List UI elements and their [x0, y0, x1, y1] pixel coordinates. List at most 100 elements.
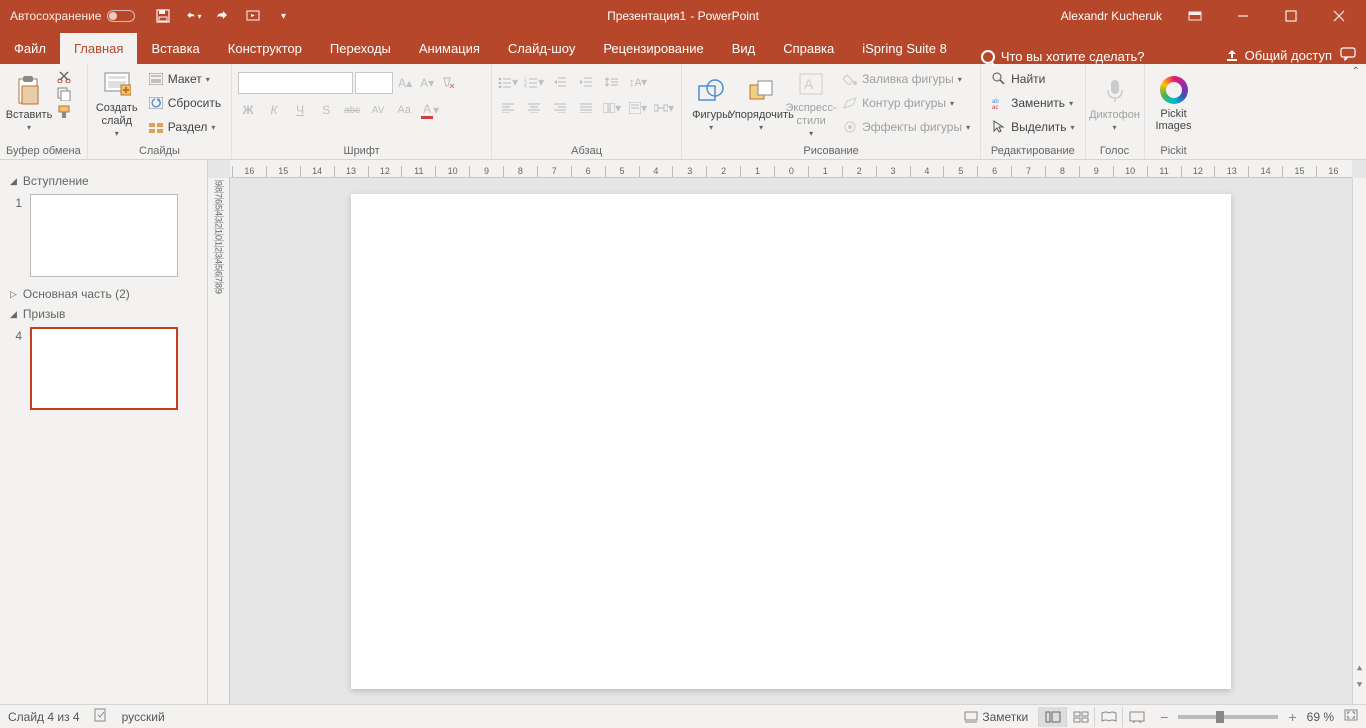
tab-transitions[interactable]: Переходы [316, 33, 405, 64]
character-spacing-icon[interactable]: AV [368, 100, 388, 120]
reading-view-icon[interactable] [1094, 707, 1122, 727]
ribbon-display-icon[interactable] [1180, 6, 1210, 26]
smartart-icon[interactable]: ▾ [654, 98, 674, 118]
replace-button[interactable]: abacЗаменить▾ [987, 92, 1078, 114]
tab-file[interactable]: Файл [0, 33, 60, 64]
horizontal-ruler[interactable]: 1615141312111098765432101234567891011121… [230, 160, 1352, 178]
save-icon[interactable] [155, 8, 171, 24]
language-indicator[interactable]: русский [122, 710, 165, 724]
font-color-icon[interactable]: A▾ [420, 100, 440, 120]
paste-button[interactable]: Вставить ▾ [6, 68, 52, 138]
undo-icon[interactable]: ▾ [185, 8, 201, 24]
collapse-ribbon-icon[interactable]: ⌃ [1352, 66, 1360, 77]
font-family-input[interactable] [238, 72, 353, 94]
line-spacing-icon[interactable] [602, 72, 622, 92]
tab-review[interactable]: Рецензирование [589, 33, 717, 64]
vertical-ruler[interactable]: 9876543210123456789 [208, 178, 230, 704]
normal-view-icon[interactable] [1038, 707, 1066, 727]
zoom-out-icon[interactable]: − [1160, 709, 1168, 725]
shadow-button[interactable]: S [316, 100, 336, 120]
tab-view[interactable]: Вид [718, 33, 770, 64]
align-text-icon[interactable]: ▾ [628, 98, 648, 118]
text-direction-icon[interactable]: ↕A▾ [628, 72, 648, 92]
tab-help[interactable]: Справка [769, 33, 848, 64]
cut-icon[interactable] [56, 68, 72, 84]
minimize-icon[interactable] [1228, 6, 1258, 26]
tab-home[interactable]: Главная [60, 33, 137, 64]
maximize-icon[interactable] [1276, 6, 1306, 26]
clear-formatting-icon[interactable] [439, 73, 459, 93]
slide-thumbnail[interactable] [30, 194, 178, 277]
shape-fill-button[interactable]: Заливка фигуры▾ [838, 68, 974, 90]
tab-insert[interactable]: Вставка [137, 33, 213, 64]
slide-canvas[interactable] [351, 194, 1231, 689]
section-main[interactable]: ▷Основная часть (2) [10, 287, 197, 301]
autosave-toggle[interactable]: Автосохранение [10, 9, 135, 23]
copy-icon[interactable] [56, 86, 72, 102]
zoom-slider[interactable] [1178, 715, 1278, 719]
align-left-icon[interactable] [498, 98, 518, 118]
zoom-in-icon[interactable]: + [1288, 709, 1296, 725]
slideshow-view-icon[interactable] [1122, 707, 1150, 727]
font-size-input[interactable] [355, 72, 393, 94]
close-icon[interactable] [1324, 6, 1354, 26]
numbering-icon[interactable]: 123▾ [524, 72, 544, 92]
bullets-icon[interactable]: ▾ [498, 72, 518, 92]
align-right-icon[interactable] [550, 98, 570, 118]
sorter-view-icon[interactable] [1066, 707, 1094, 727]
section-button[interactable]: Раздел▾ [144, 116, 225, 138]
change-case-icon[interactable]: Aa [394, 100, 414, 120]
next-slide-icon[interactable]: ⯆ [1355, 678, 1364, 692]
italic-button[interactable]: К [264, 100, 284, 120]
prev-slide-icon[interactable]: ⯅ [1355, 662, 1364, 676]
tab-animations[interactable]: Анимация [405, 33, 494, 64]
tab-ispring[interactable]: iSpring Suite 8 [848, 33, 961, 64]
reset-button[interactable]: Сбросить [144, 92, 225, 114]
new-slide-button[interactable]: Создать слайд ▾ [94, 68, 140, 138]
format-painter-icon[interactable] [56, 104, 72, 120]
vertical-scrollbar[interactable]: ⯅ ⯆ [1352, 178, 1366, 704]
increase-font-icon[interactable]: A▴ [395, 73, 415, 93]
slide-thumb-4[interactable]: 4 [10, 327, 197, 410]
tab-slideshow[interactable]: Слайд-шоу [494, 33, 589, 64]
slide-thumbnail-active[interactable] [30, 327, 178, 410]
redo-icon[interactable] [215, 8, 231, 24]
spellcheck-icon[interactable] [94, 708, 108, 725]
tab-design[interactable]: Конструктор [214, 33, 316, 64]
shape-outline-button[interactable]: Контур фигуры▾ [838, 92, 974, 114]
dictate-button[interactable]: Диктофон▾ [1092, 68, 1138, 138]
slide-counter[interactable]: Слайд 4 из 4 [8, 710, 80, 724]
layout-button[interactable]: Макет▾ [144, 68, 225, 90]
justify-icon[interactable] [576, 98, 596, 118]
autosave-switch-icon[interactable] [107, 10, 135, 22]
decrease-font-icon[interactable]: A▾ [417, 73, 437, 93]
arrange-button[interactable]: Упорядочить▾ [738, 68, 784, 138]
increase-indent-icon[interactable] [576, 72, 596, 92]
select-button[interactable]: Выделить▾ [987, 116, 1078, 138]
tell-me-search[interactable]: Что вы хотите сделать? [981, 49, 1145, 64]
strikethrough-button[interactable]: abc [342, 100, 362, 120]
underline-button[interactable]: Ч [290, 100, 310, 120]
bold-button[interactable]: Ж [238, 100, 258, 120]
shapes-button[interactable]: Фигуры▾ [688, 68, 734, 138]
start-from-beginning-icon[interactable] [245, 8, 261, 24]
qat-customize-icon[interactable]: ▾ [275, 8, 291, 24]
user-name[interactable]: Alexandr Kucheruk [1061, 9, 1162, 23]
notes-button[interactable]: Заметки [964, 710, 1028, 724]
shape-effects-button[interactable]: Эффекты фигуры▾ [838, 116, 974, 138]
share-icon [1225, 49, 1239, 63]
align-center-icon[interactable] [524, 98, 544, 118]
columns-icon[interactable]: ▾ [602, 98, 622, 118]
slide-thumbnail-panel[interactable]: ◢Вступление 1 ▷Основная часть (2) ◢Призы… [0, 160, 208, 704]
quick-styles-button[interactable]: A Экспресс-стили▾ [788, 68, 834, 138]
fit-to-window-icon[interactable] [1344, 709, 1358, 724]
comments-icon[interactable] [1340, 47, 1356, 64]
pickit-button[interactable]: Pickit Images [1151, 68, 1197, 138]
slide-thumb-1[interactable]: 1 [10, 194, 197, 277]
find-button[interactable]: Найти [987, 68, 1078, 90]
section-intro[interactable]: ◢Вступление [10, 174, 197, 188]
zoom-level[interactable]: 69 % [1307, 710, 1334, 724]
share-button[interactable]: Общий доступ [1225, 48, 1332, 63]
decrease-indent-icon[interactable] [550, 72, 570, 92]
section-cta[interactable]: ◢Призыв [10, 307, 197, 321]
